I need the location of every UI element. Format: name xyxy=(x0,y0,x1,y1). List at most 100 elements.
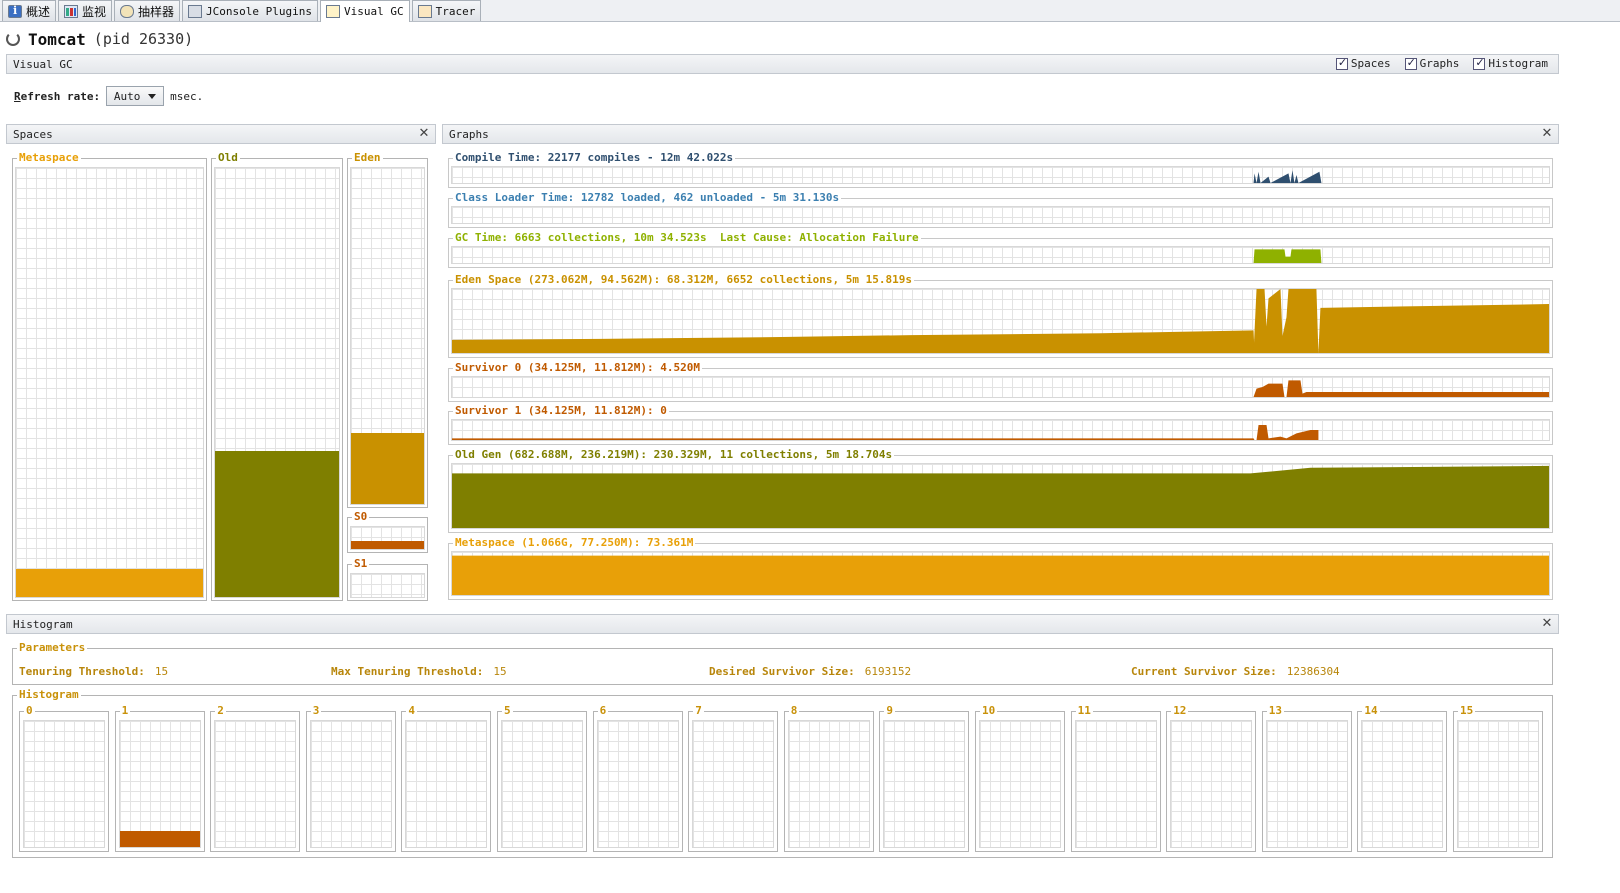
tab-bar: 概述 监视 抽样器 JConsole Plugins Visual GC Tra… xyxy=(0,0,1620,22)
histogram-bin-label: 2 xyxy=(215,704,226,718)
tab-tracer[interactable]: Tracer xyxy=(411,0,482,21)
tab-visual-gc[interactable]: Visual GC xyxy=(320,0,410,22)
graph-old-gen: Old Gen (682.688M, 236.219M): 230.329M, … xyxy=(448,448,1553,533)
histogram-bin-label: 0 xyxy=(24,704,35,718)
histogram-bin-label: 7 xyxy=(693,704,704,718)
histogram-box: Histogram 0 1 2 3 4 5 6 7 8 9 10 11 12 13 14 15 xyxy=(12,688,1553,858)
graph-survivor-0: Survivor 0 (34.125M, 11.812M): 4.520M xyxy=(448,361,1553,402)
histogram-bin: 5 xyxy=(497,704,587,852)
histogram-bin: 10 xyxy=(975,704,1065,852)
histogram-bin: 7 xyxy=(688,704,779,852)
graphs-checkbox[interactable]: Graphs xyxy=(1404,56,1460,70)
refresh-rate-select[interactable]: Auto xyxy=(106,86,165,106)
current-survivor-size: Current Survivor Size: 12386304 xyxy=(1131,665,1340,678)
tab-sampler[interactable]: 抽样器 xyxy=(114,0,181,21)
tab-monitor[interactable]: 监视 xyxy=(58,0,113,21)
tab-overview[interactable]: 概述 xyxy=(2,0,57,21)
s0-fill xyxy=(351,541,424,549)
histogram-bin: 0 xyxy=(19,704,109,852)
histogram-bin-label: 1 xyxy=(119,704,131,718)
parameters-box: Parameters Tenuring Threshold: 15 Max Ten… xyxy=(12,641,1553,685)
space-label: Old xyxy=(216,151,240,165)
histogram-bin: 14 xyxy=(1357,704,1448,852)
spaces-header-title: Spaces xyxy=(13,127,53,141)
eden-space-plot xyxy=(452,289,1549,353)
histogram-bin: 11 xyxy=(1070,704,1161,852)
close-icon[interactable]: ✕ xyxy=(1540,617,1554,631)
loading-spinner-icon xyxy=(6,32,20,46)
histogram-label: Histogram xyxy=(17,688,81,702)
refresh-rate-value: Auto xyxy=(113,89,141,103)
view-checkboxes: Spaces Graphs Histogram xyxy=(1335,56,1548,70)
max-tenuring-threshold: Max Tenuring Threshold: 15 xyxy=(331,665,507,678)
process-id: (pid 26330) xyxy=(93,30,194,48)
gc-time-plot xyxy=(1253,249,1322,263)
graph-label: Class Loader Time: 12782 loaded, 462 unl… xyxy=(453,191,842,205)
graph-label: Old Gen (682.688M, 236.219M): 230.329M, … xyxy=(453,448,895,462)
old-space: Old xyxy=(211,151,343,601)
checkbox-checked-icon xyxy=(1473,56,1486,70)
histogram-header-title: Histogram xyxy=(13,617,73,631)
checkbox-label: Graphs xyxy=(1419,57,1460,70)
old-fill xyxy=(215,451,339,597)
tab-label: 概述 xyxy=(26,4,51,19)
histogram-bin: 4 xyxy=(401,704,492,852)
checkbox-checked-icon xyxy=(1404,56,1417,70)
histogram-bin-label: 14 xyxy=(1362,704,1380,718)
survivor-0-plot xyxy=(1253,380,1549,397)
histogram-bin-label: 15 xyxy=(1458,704,1476,718)
histogram-checkbox[interactable]: Histogram xyxy=(1473,56,1548,70)
old-gen-plot xyxy=(452,465,1549,528)
tracer-icon xyxy=(417,4,432,18)
graphs-header: Graphs ✕ xyxy=(442,124,1559,144)
graph-label: Metaspace (1.066G, 77.250M): 73.361M xyxy=(453,536,696,550)
close-icon[interactable]: ✕ xyxy=(417,127,431,141)
close-icon[interactable]: ✕ xyxy=(1540,127,1554,141)
graph-eden-space: Eden Space (273.062M, 94.562M): 68.312M,… xyxy=(448,273,1553,358)
graph-compile-time: Compile Time: 22177 compiles - 12m 42.02… xyxy=(448,151,1553,188)
spaces-header: Spaces ✕ xyxy=(6,124,436,144)
histogram-bin: 9 xyxy=(879,704,970,852)
graph-class-loader-time: Class Loader Time: 12782 loaded, 462 unl… xyxy=(448,191,1553,228)
histogram-bin: 6 xyxy=(592,704,683,852)
metaspace-plot xyxy=(452,555,1549,595)
graph-metaspace: Metaspace (1.066G, 77.250M): 73.361M xyxy=(448,536,1553,600)
histogram-bin: 15 xyxy=(1453,704,1543,852)
histogram-header: Histogram ✕ xyxy=(6,614,1559,634)
page-title: Tomcat (pid 26330) xyxy=(6,28,193,50)
graph-label: Survivor 1 (34.125M, 11.812M): 0 xyxy=(453,404,669,418)
histogram-bin-fill xyxy=(119,830,200,847)
histogram-bin-label: 11 xyxy=(1075,704,1093,718)
refresh-rate-row: Refresh rate: Auto msec. xyxy=(14,86,203,106)
tab-label: 监视 xyxy=(82,4,107,19)
histogram-bin-label: 12 xyxy=(1171,704,1189,718)
metaspace-fill xyxy=(16,569,203,597)
histogram-bin: 13 xyxy=(1261,704,1352,852)
histogram-bin: 3 xyxy=(305,704,396,852)
histogram-bin-label: 10 xyxy=(980,704,998,718)
spaces-checkbox[interactable]: Spaces xyxy=(1335,56,1391,70)
histogram-bin-label: 13 xyxy=(1266,704,1285,718)
tab-jconsole-plugins[interactable]: JConsole Plugins xyxy=(182,0,319,21)
histogram-bin-label: 9 xyxy=(884,704,896,718)
info-icon xyxy=(8,4,22,18)
sampler-icon xyxy=(120,4,135,18)
plugin-icon xyxy=(188,4,203,18)
histogram-bin-label: 5 xyxy=(502,704,513,718)
space-label: S1 xyxy=(352,557,370,571)
histogram-bin: 2 xyxy=(210,704,301,852)
survivor-1-plot xyxy=(452,425,1319,440)
tenuring-threshold: Tenuring Threshold: 15 xyxy=(19,665,169,678)
space-label: Metaspace xyxy=(17,151,81,165)
visual-gc-header: Visual GC Spaces Graphs Histogram xyxy=(6,54,1559,74)
graph-label: Compile Time: 22177 compiles - 12m 42.02… xyxy=(453,151,736,165)
graph-label: GC Time: 6663 collections, 10m 34.523s L… xyxy=(453,231,921,245)
tab-label: JConsole Plugins xyxy=(206,4,313,18)
parameters-label: Parameters xyxy=(17,641,88,655)
eden-space: Eden xyxy=(347,151,428,508)
graph-label: Survivor 0 (34.125M, 11.812M): 4.520M xyxy=(453,361,703,375)
visual-gc-icon xyxy=(326,5,341,18)
eden-fill xyxy=(351,433,424,504)
checkbox-checked-icon xyxy=(1335,56,1348,70)
compile-time-plot xyxy=(1253,170,1322,183)
